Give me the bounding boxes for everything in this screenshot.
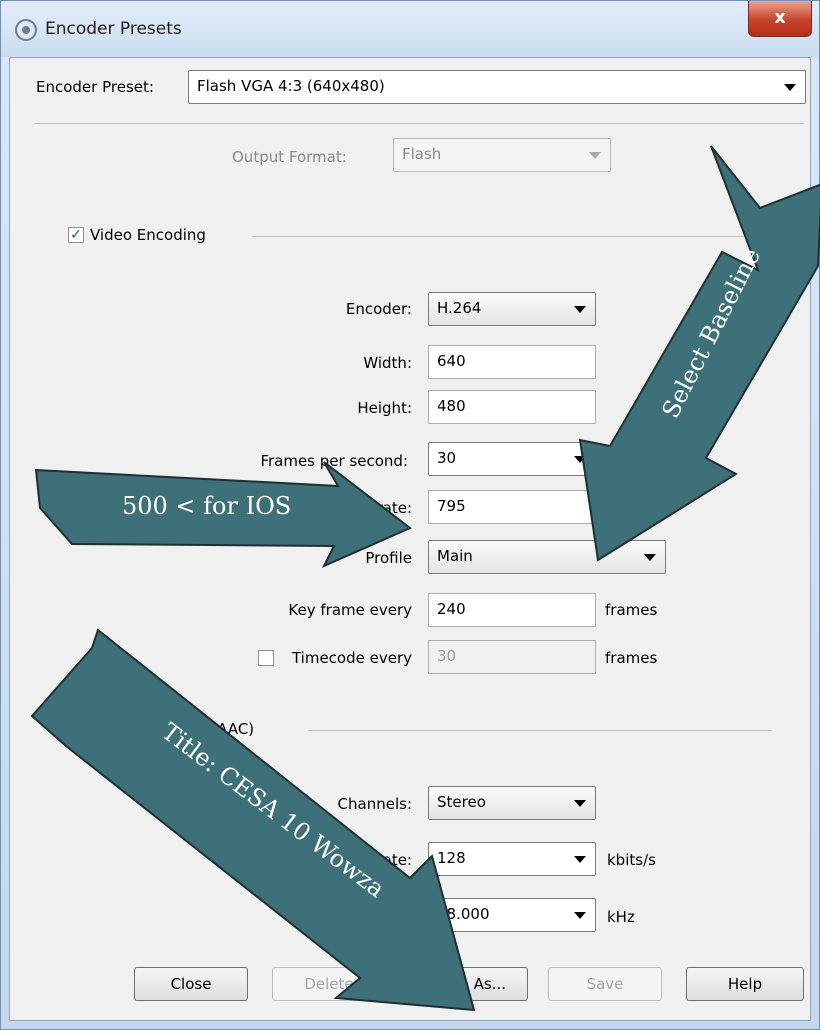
- height-input[interactable]: 480: [428, 390, 596, 424]
- width-label: Width:: [363, 354, 412, 372]
- profile-value: Main: [437, 547, 473, 565]
- dialog-body: [9, 57, 811, 1021]
- delete-button[interactable]: Delete: [272, 967, 386, 1001]
- close-button[interactable]: Close: [134, 967, 248, 1001]
- save-as-button[interactable]: Save As...: [410, 967, 528, 1001]
- video-encoding-label: Video Encoding: [90, 226, 206, 244]
- chevron-down-icon: [574, 856, 586, 863]
- close-window-button[interactable]: x: [748, 1, 812, 37]
- key-frame-input[interactable]: 240: [428, 593, 596, 627]
- chevron-down-icon: [574, 912, 586, 919]
- app-icon: [15, 19, 37, 41]
- audio-bitrate-unit: kbits/s: [607, 851, 656, 869]
- timecode-unit: frames: [605, 649, 658, 667]
- height-label: Height:: [357, 399, 412, 417]
- width-input[interactable]: 640: [428, 345, 596, 379]
- chevron-down-icon: [574, 456, 586, 463]
- encoder-preset-select[interactable]: Flash VGA 4:3 (640x480): [188, 70, 806, 104]
- profile-select[interactable]: Main: [428, 540, 666, 574]
- fps-select[interactable]: 30: [428, 442, 596, 476]
- chevron-down-icon: [574, 306, 586, 313]
- key-frame-unit: frames: [605, 601, 658, 619]
- timecode-checkbox[interactable]: [258, 650, 274, 666]
- encoder-select[interactable]: H.264: [428, 292, 596, 326]
- video-encoding-checkbox[interactable]: ✓: [68, 227, 84, 243]
- title-bar: Encoder Presets x: [1, 1, 819, 57]
- audio-encoding-label: Audio Encoding (AAC): [90, 720, 255, 738]
- encoder-label: Encoder:: [345, 300, 412, 318]
- average-bit-rate-label: Average bit rate:: [285, 499, 412, 517]
- average-bit-rate-input[interactable]: 795: [428, 490, 596, 524]
- video-bitrate-unit: kbits/s: [605, 499, 654, 517]
- chevron-down-icon: [784, 84, 796, 91]
- sample-rate-value: 48.000: [437, 905, 490, 923]
- output-format-value: Flash: [402, 145, 442, 163]
- fps-value: 30: [437, 449, 457, 467]
- profile-label: Profile: [365, 549, 412, 567]
- audio-section-divider: [308, 730, 772, 731]
- output-format-select[interactable]: Flash: [393, 138, 611, 172]
- sample-rate-select[interactable]: 48.000: [428, 898, 596, 932]
- preset-divider: [34, 123, 804, 124]
- encoder-preset-value: Flash VGA 4:3 (640x480): [197, 77, 385, 95]
- channels-select[interactable]: Stereo: [428, 786, 596, 820]
- sample-rate-unit: kHz: [607, 908, 635, 926]
- output-format-label: Output Format:: [232, 148, 347, 166]
- timecode-input[interactable]: 30: [428, 640, 596, 674]
- window-title: Encoder Presets: [45, 19, 182, 39]
- encoder-value: H.264: [437, 299, 482, 317]
- save-button[interactable]: Save: [548, 967, 662, 1001]
- sample-rate-label: Sample rate:: [315, 908, 412, 926]
- video-section-divider: [252, 236, 772, 237]
- target-bit-rate-label: Target bit rate:: [300, 851, 412, 869]
- fps-label: Frames per second:: [260, 452, 408, 470]
- target-bit-rate-select[interactable]: 128: [428, 842, 596, 876]
- key-frame-label: Key frame every: [288, 601, 412, 619]
- audio-encoding-checkbox[interactable]: ✓: [68, 721, 84, 737]
- timecode-label: Timecode every: [291, 649, 412, 667]
- chevron-down-icon: [644, 554, 656, 561]
- target-bit-rate-value: 128: [437, 849, 466, 867]
- help-button[interactable]: Help: [686, 967, 804, 1001]
- encoder-preset-label: Encoder Preset:: [36, 78, 154, 96]
- channels-label: Channels:: [337, 795, 412, 813]
- chevron-down-icon: [589, 152, 601, 159]
- channels-value: Stereo: [437, 793, 486, 811]
- chevron-down-icon: [574, 800, 586, 807]
